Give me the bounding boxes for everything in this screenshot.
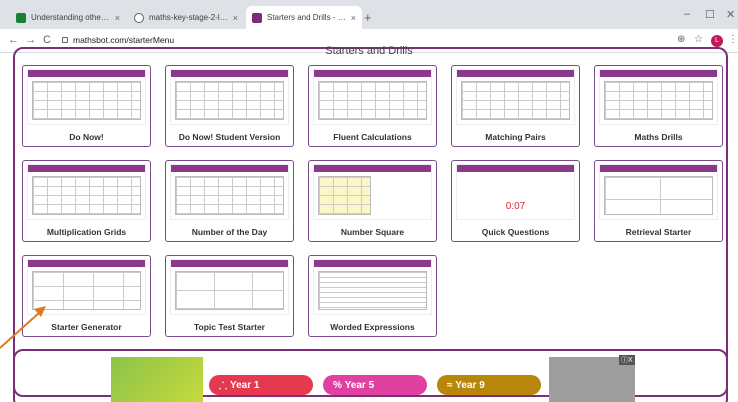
card-starter-generator[interactable]: Starter Generator	[22, 255, 151, 337]
zoom-icon[interactable]: ⊕	[677, 34, 685, 45]
mathsbot-favicon-icon	[252, 12, 262, 23]
card-thumbnail	[313, 69, 432, 125]
button-label: Year 9	[455, 379, 485, 391]
tab-close-icon[interactable]: ×	[351, 13, 356, 23]
card-worded-expressions[interactable]: Worded Expressions	[308, 255, 437, 337]
approx-icon: ≈	[447, 379, 453, 391]
card-thumbnail	[599, 164, 718, 220]
card-retrieval-starter[interactable]: Retrieval Starter	[594, 160, 723, 242]
card-label: Quick Questions	[481, 227, 550, 237]
card-thumbnail: 0:07	[456, 164, 575, 220]
card-thumbnail	[170, 69, 289, 125]
card-number-of-the-day[interactable]: Number of the Day	[165, 160, 294, 242]
card-thumbnail	[27, 164, 146, 220]
card-do-now[interactable]: Do Now!	[22, 65, 151, 147]
tab-title: Understanding other powers of t	[31, 13, 111, 22]
card-label: Do Now! Student Version	[178, 132, 281, 142]
ad-image	[111, 357, 203, 402]
tab-close-icon[interactable]: ×	[115, 13, 120, 23]
card-multiplication-grids[interactable]: Multiplication Grids	[22, 160, 151, 242]
card-label: Worded Expressions	[330, 322, 415, 332]
card-thumbnail	[456, 69, 575, 125]
year-1-button[interactable]: ⸫ Year 1	[209, 375, 313, 395]
card-quick-questions[interactable]: 0:07 Quick Questions	[451, 160, 580, 242]
lock-icon	[62, 37, 68, 43]
card-thumbnail	[170, 164, 289, 220]
new-tab-button[interactable]: +	[364, 10, 372, 25]
card-label: Topic Test Starter	[193, 322, 265, 332]
page-content: Starters and Drills Do Now! Do Now! Stud…	[0, 45, 738, 402]
card-label: Retrieval Starter	[625, 227, 692, 237]
tab-close-icon[interactable]: ×	[233, 13, 238, 23]
card-fluent-calculations[interactable]: Fluent Calculations	[308, 65, 437, 147]
address-bar[interactable]: mathsbot.com/starterMenu	[73, 35, 174, 45]
card-matching-pairs[interactable]: Matching Pairs	[451, 65, 580, 147]
year-5-button[interactable]: % Year 5	[323, 375, 427, 395]
maximize-button[interactable]: ☐	[705, 8, 715, 21]
tab-title: maths-key-stage-2-lesson-MAT	[149, 13, 229, 22]
minimize-button[interactable]: –	[684, 8, 690, 20]
card-thumbnail	[313, 164, 432, 220]
tab-understanding-powers[interactable]: Understanding other powers of t ×	[10, 6, 126, 29]
page-title: Starters and Drills	[325, 45, 413, 57]
card-number-square[interactable]: Number Square	[308, 160, 437, 242]
card-label: Multiplication Grids	[46, 227, 127, 237]
card-label: Starter Generator	[51, 322, 122, 332]
card-thumbnail	[27, 259, 146, 315]
card-do-now-student[interactable]: Do Now! Student Version	[165, 65, 294, 147]
button-label: Year 1	[229, 379, 260, 391]
tab-maths-key-stage[interactable]: maths-key-stage-2-lesson-MAT ×	[128, 6, 244, 29]
browser-window: Understanding other powers of t × maths-…	[0, 0, 738, 402]
timer-text: 0:07	[505, 201, 526, 212]
card-label: Do Now!	[69, 132, 104, 142]
card-label: Fluent Calculations	[333, 132, 412, 142]
button-label: Year 5	[344, 379, 375, 391]
tab-starters-drills[interactable]: Starters and Drills - Mathsbot.co ×	[246, 6, 362, 29]
bookmark-star-icon[interactable]: ☆	[694, 34, 703, 45]
tab-bar: Understanding other powers of t × maths-…	[0, 0, 738, 29]
card-topic-test-starter[interactable]: Topic Test Starter	[165, 255, 294, 337]
docs-favicon-icon	[16, 12, 26, 23]
globe-favicon-icon	[134, 12, 144, 23]
browser-menu-icon[interactable]: ⋮	[728, 34, 738, 45]
card-label: Number of the Day	[191, 227, 268, 237]
tab-title: Starters and Drills - Mathsbot.co	[267, 13, 347, 22]
card-thumbnail	[170, 259, 289, 315]
sparkle-icon: ⸫	[219, 381, 228, 392]
card-label: Number Square	[340, 227, 405, 237]
card-label: Matching Pairs	[485, 132, 546, 142]
card-thumbnail	[313, 259, 432, 315]
close-window-button[interactable]: ✕	[726, 8, 735, 21]
card-maths-drills[interactable]: Maths Drills	[594, 65, 723, 147]
ad-banner[interactable]: ⸫ Year 1 % Year 5 ≈ Year 9 ⓘX	[13, 349, 728, 402]
card-label: Maths Drills	[634, 132, 683, 142]
ad-close-button[interactable]: ⓘX	[619, 355, 635, 365]
card-thumbnail	[599, 69, 718, 125]
card-thumbnail	[27, 69, 146, 125]
year-9-button[interactable]: ≈ Year 9	[437, 375, 541, 395]
percent-icon: %	[333, 379, 342, 391]
